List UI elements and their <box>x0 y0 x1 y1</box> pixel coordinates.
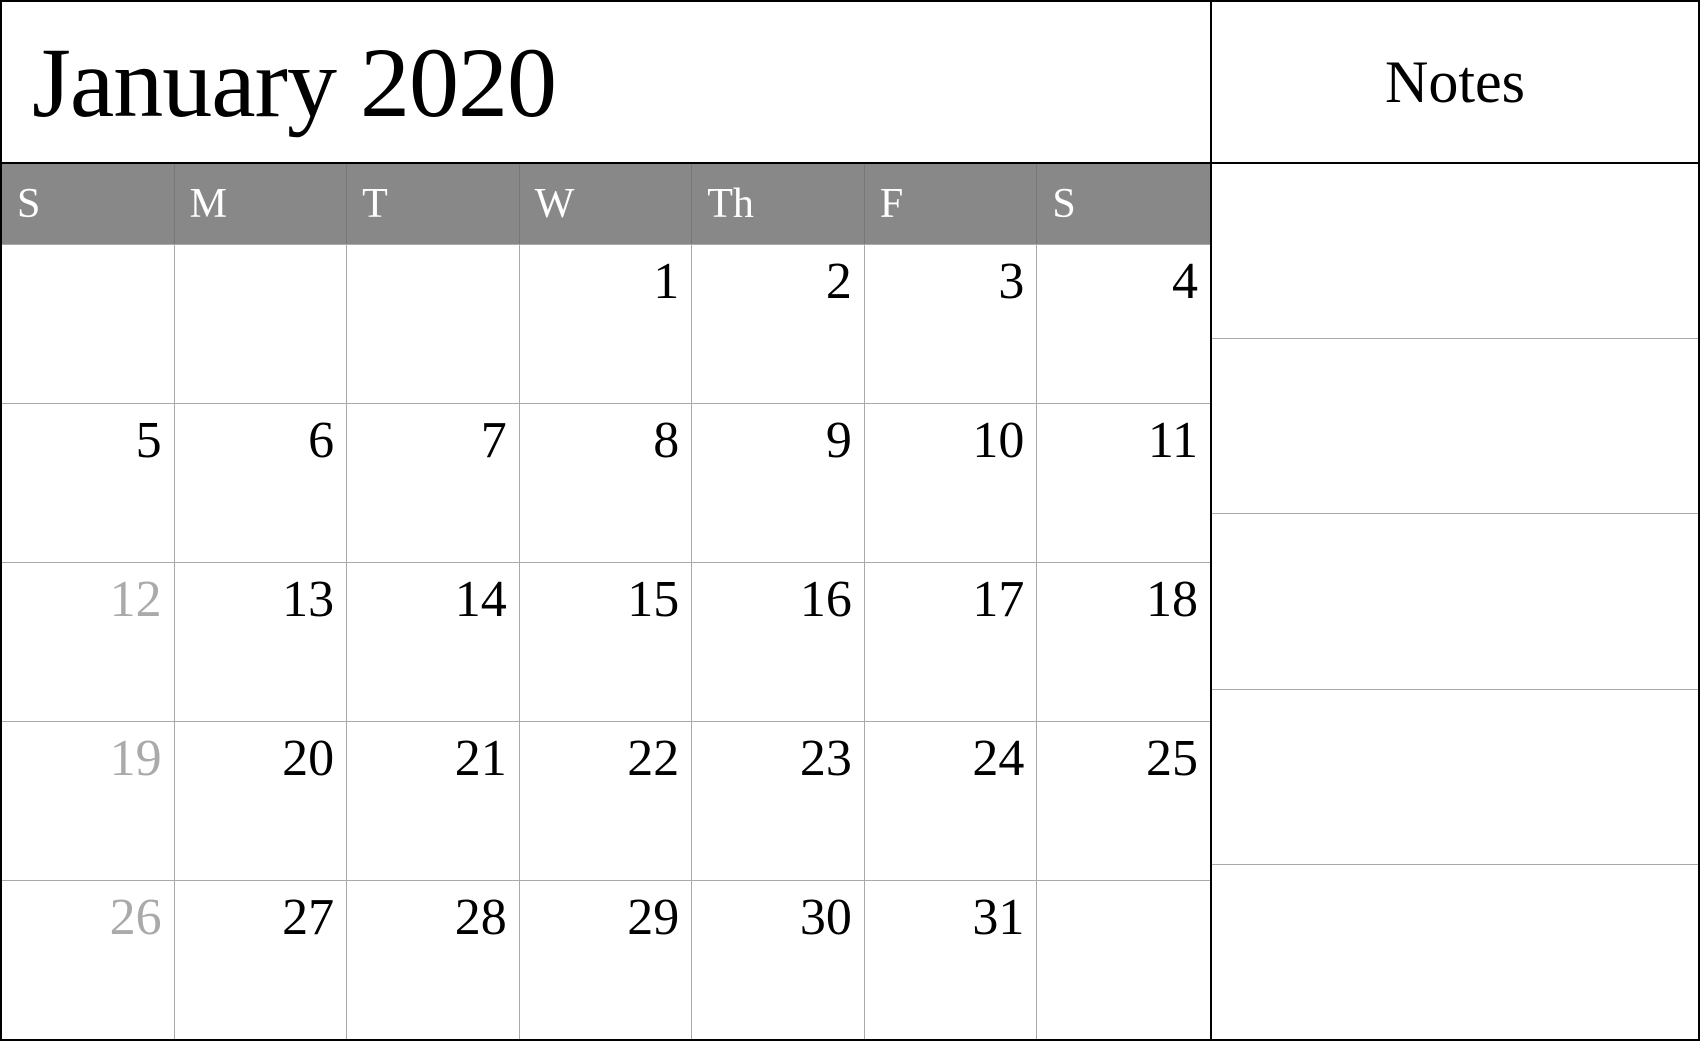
notes-line-2[interactable] <box>1212 339 1698 514</box>
calendar-cell-w4-d7: 25 <box>1037 722 1210 880</box>
cell-number-4: 4 <box>1172 253 1198 310</box>
day-header-f: F <box>865 164 1038 244</box>
calendar-cell-w2-d4: 8 <box>520 404 693 562</box>
cell-number-11: 11 <box>1148 412 1198 469</box>
cell-number-23: 23 <box>800 730 852 787</box>
calendar-cell-w5-d7 <box>1037 881 1210 1039</box>
calendar-container: January 2020 SMTWThFS 123456789101112131… <box>0 0 1700 1041</box>
cell-number-14: 14 <box>455 571 507 628</box>
calendar-cell-w5-d2: 27 <box>175 881 348 1039</box>
cell-number-22: 22 <box>627 730 679 787</box>
calendar-cell-w2-d3: 7 <box>347 404 520 562</box>
cell-number-28: 28 <box>455 889 507 946</box>
calendar-cell-w2-d5: 9 <box>692 404 865 562</box>
day-header-m: M <box>175 164 348 244</box>
calendar-cell-w3-d3: 14 <box>347 563 520 721</box>
cell-number-18: 18 <box>1146 571 1198 628</box>
cell-number-3: 3 <box>998 253 1024 310</box>
calendar-cell-w2-d2: 6 <box>175 404 348 562</box>
cell-number-21: 21 <box>455 730 507 787</box>
cell-number-24: 24 <box>972 730 1024 787</box>
calendar-header: January 2020 <box>2 2 1210 164</box>
calendar-cell-w4-d6: 24 <box>865 722 1038 880</box>
cell-number-2: 2 <box>826 253 852 310</box>
calendar-cell-w3-d7: 18 <box>1037 563 1210 721</box>
day-header-w: W <box>520 164 693 244</box>
calendar-cell-w1-d3 <box>347 245 520 403</box>
cell-number-16: 16 <box>800 571 852 628</box>
calendar-cell-w3-d4: 15 <box>520 563 693 721</box>
calendar-cell-w1-d7: 4 <box>1037 245 1210 403</box>
calendar-cell-w4-d4: 22 <box>520 722 693 880</box>
calendar-cell-w4-d3: 21 <box>347 722 520 880</box>
cell-number-19: 19 <box>110 730 162 787</box>
cell-number-29: 29 <box>627 889 679 946</box>
calendar-cell-w5-d3: 28 <box>347 881 520 1039</box>
notes-header: Notes <box>1212 2 1698 164</box>
cell-number-20: 20 <box>282 730 334 787</box>
calendar-cell-w2-d7: 11 <box>1037 404 1210 562</box>
cell-number-15: 15 <box>627 571 679 628</box>
calendar-cell-w5-d4: 29 <box>520 881 693 1039</box>
notes-title: Notes <box>1385 48 1525 117</box>
cell-number-9: 9 <box>826 412 852 469</box>
day-header-th: Th <box>692 164 865 244</box>
calendar-cell-w1-d2 <box>175 245 348 403</box>
cell-number-7: 7 <box>481 412 507 469</box>
calendar-cell-w4-d2: 20 <box>175 722 348 880</box>
calendar-title: January 2020 <box>32 25 556 140</box>
notes-line-4[interactable] <box>1212 690 1698 865</box>
notes-line-3[interactable] <box>1212 514 1698 689</box>
calendar-cell-w1-d5: 2 <box>692 245 865 403</box>
cell-number-5: 5 <box>136 412 162 469</box>
calendar-cell-w2-d1: 5 <box>2 404 175 562</box>
calendar-cell-w3-d2: 13 <box>175 563 348 721</box>
cell-number-31: 31 <box>972 889 1024 946</box>
calendar-main: January 2020 SMTWThFS 123456789101112131… <box>2 2 1212 1039</box>
notes-line-5[interactable] <box>1212 865 1698 1039</box>
calendar-cell-w5-d6: 31 <box>865 881 1038 1039</box>
day-header-s: S <box>1037 164 1210 244</box>
cell-number-30: 30 <box>800 889 852 946</box>
calendar-cell-w4-d1: 19 <box>2 722 175 880</box>
calendar-cell-w2-d6: 10 <box>865 404 1038 562</box>
calendar-cell-w3-d1: 12 <box>2 563 175 721</box>
calendar-row-4: 19 20 21 22 23 24 25 <box>2 721 1210 880</box>
cell-number-6: 6 <box>308 412 334 469</box>
calendar-cell-w1-d6: 3 <box>865 245 1038 403</box>
notes-panel: Notes <box>1212 2 1698 1039</box>
calendar-row-3: 12 13 14 15 16 17 18 <box>2 562 1210 721</box>
day-headers-row: SMTWThFS <box>2 164 1210 244</box>
cell-number-25: 25 <box>1146 730 1198 787</box>
cell-number-8: 8 <box>653 412 679 469</box>
cell-number-1: 1 <box>653 253 679 310</box>
cell-number-10: 10 <box>972 412 1024 469</box>
day-header-s: S <box>2 164 175 244</box>
cell-number-17: 17 <box>972 571 1024 628</box>
calendar-grid: 1234567891011121314151617181920212223242… <box>2 244 1210 1039</box>
calendar-cell-w5-d5: 30 <box>692 881 865 1039</box>
day-header-t: T <box>347 164 520 244</box>
calendar-cell-w3-d5: 16 <box>692 563 865 721</box>
calendar-row-1: 1 2 3 4 <box>2 244 1210 403</box>
calendar-cell-w4-d5: 23 <box>692 722 865 880</box>
calendar-row-2: 5 6 7 8 9 10 11 <box>2 403 1210 562</box>
calendar-cell-w3-d6: 17 <box>865 563 1038 721</box>
calendar-cell-w5-d1: 26 <box>2 881 175 1039</box>
cell-number-27: 27 <box>282 889 334 946</box>
calendar-row-5: 26 27 28 29 30 31 <box>2 880 1210 1039</box>
cell-number-26: 26 <box>110 889 162 946</box>
cell-number-13: 13 <box>282 571 334 628</box>
calendar-cell-w1-d4: 1 <box>520 245 693 403</box>
cell-number-12: 12 <box>110 571 162 628</box>
notes-lines[interactable] <box>1212 164 1698 1039</box>
notes-line-1[interactable] <box>1212 164 1698 339</box>
calendar-cell-w1-d1 <box>2 245 175 403</box>
